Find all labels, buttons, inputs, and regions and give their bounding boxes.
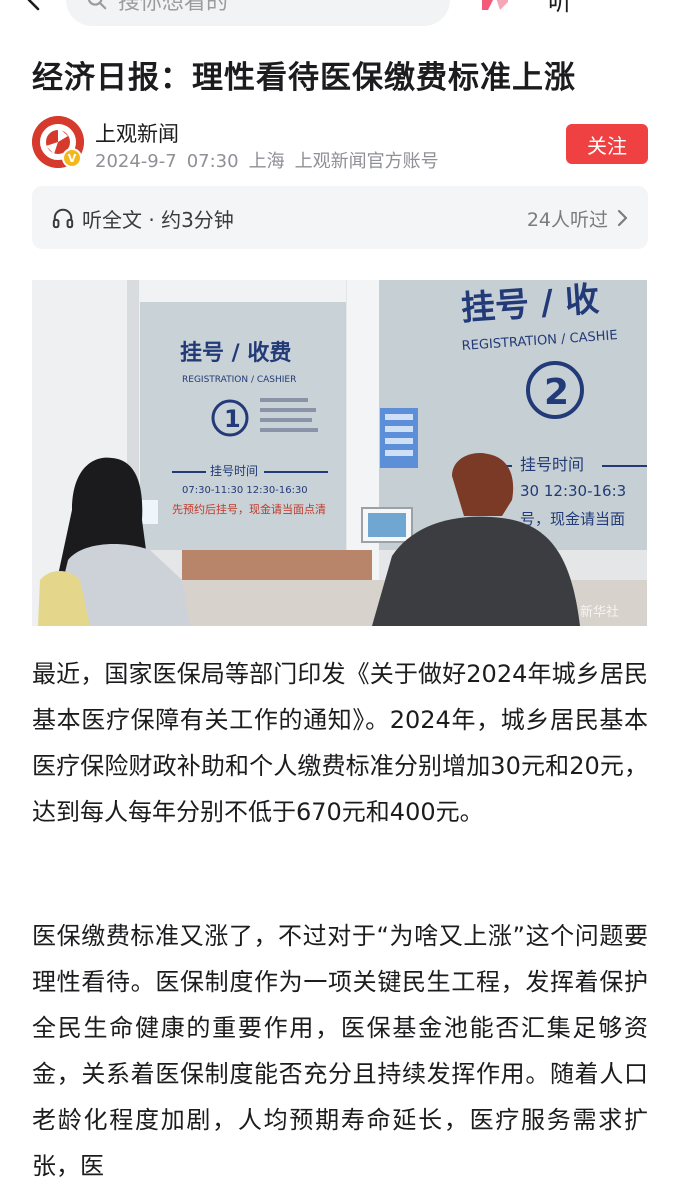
article-image[interactable]: 挂号 / 收费 REGISTRATION / CASHIER 1 挂号时间 07… [32,280,647,626]
publish-date: 2024-9-7 [95,151,177,172]
search-input[interactable]: 搜你想看的 [66,0,450,26]
back-arrow-icon[interactable] [22,0,46,12]
listen-label: 听全文 · 约3分钟 [82,208,234,232]
image-sign-right-time-title: 挂号时间 [520,455,584,474]
verified-badge-icon: V [62,148,82,168]
listen-full-text-bar[interactable]: 听全文 · 约3分钟 24人听过 [32,186,648,249]
image-sign-left-time-title: 挂号时间 [210,464,258,478]
image-watermark: 新华社 [580,604,619,620]
image-sign-right-note: 号，现金请当面 [520,510,625,528]
publish-location: 上海 [248,151,285,172]
account-type: 上观新闻官方账号 [294,151,439,172]
image-sign-left-num: 1 [224,405,241,433]
author-meta: 2024-9-7 07:30 上海 上观新闻官方账号 [95,147,449,173]
hospital-registration-photo: 挂号 / 收费 REGISTRATION / CASHIER 1 挂号时间 07… [32,280,647,626]
follow-button[interactable]: 关注 [566,124,648,164]
article-paragraph: 医保缴费标准又涨了，不过对于“为啥又上涨”这个问题要理性看待。医保制度作为一项关… [32,922,648,1180]
image-sign-right-num: 2 [544,372,569,413]
top-bar: 搜你想看的 听 [0,0,678,28]
author-row: V 上观新闻 2024-9-7 07:30 上海 上观新闻官方账号 关注 [32,116,648,173]
listen-button[interactable]: 听 [548,0,572,17]
publish-time: 07:30 [186,151,239,172]
search-placeholder: 搜你想看的 [118,0,229,15]
image-sign-left-note: 先预约后挂号，现金请当面点清 [172,502,326,516]
article-title: 经济日报：理性看待医保缴费标准上涨 [32,60,576,96]
image-sign-left-en: REGISTRATION / CASHIER [182,375,296,385]
author-name[interactable]: 上观新闻 [95,118,179,148]
image-sign-left-time: 07:30-11:30 12:30-16:30 [182,485,308,496]
search-icon [87,0,107,10]
listener-count: 24人听过 [526,209,608,231]
chevron-right-icon [617,209,628,227]
headphone-icon [52,208,74,229]
article-paragraph: 最近，国家医保局等部门印发《关于做好2024年城乡居民基本医疗保障有关工作的通知… [32,660,648,826]
image-sign-right-time: 30 12:30-16:3 [520,482,626,500]
image-sign-left-cn: 挂号 / 收费 [180,340,291,366]
app-logo-icon[interactable] [478,0,512,12]
